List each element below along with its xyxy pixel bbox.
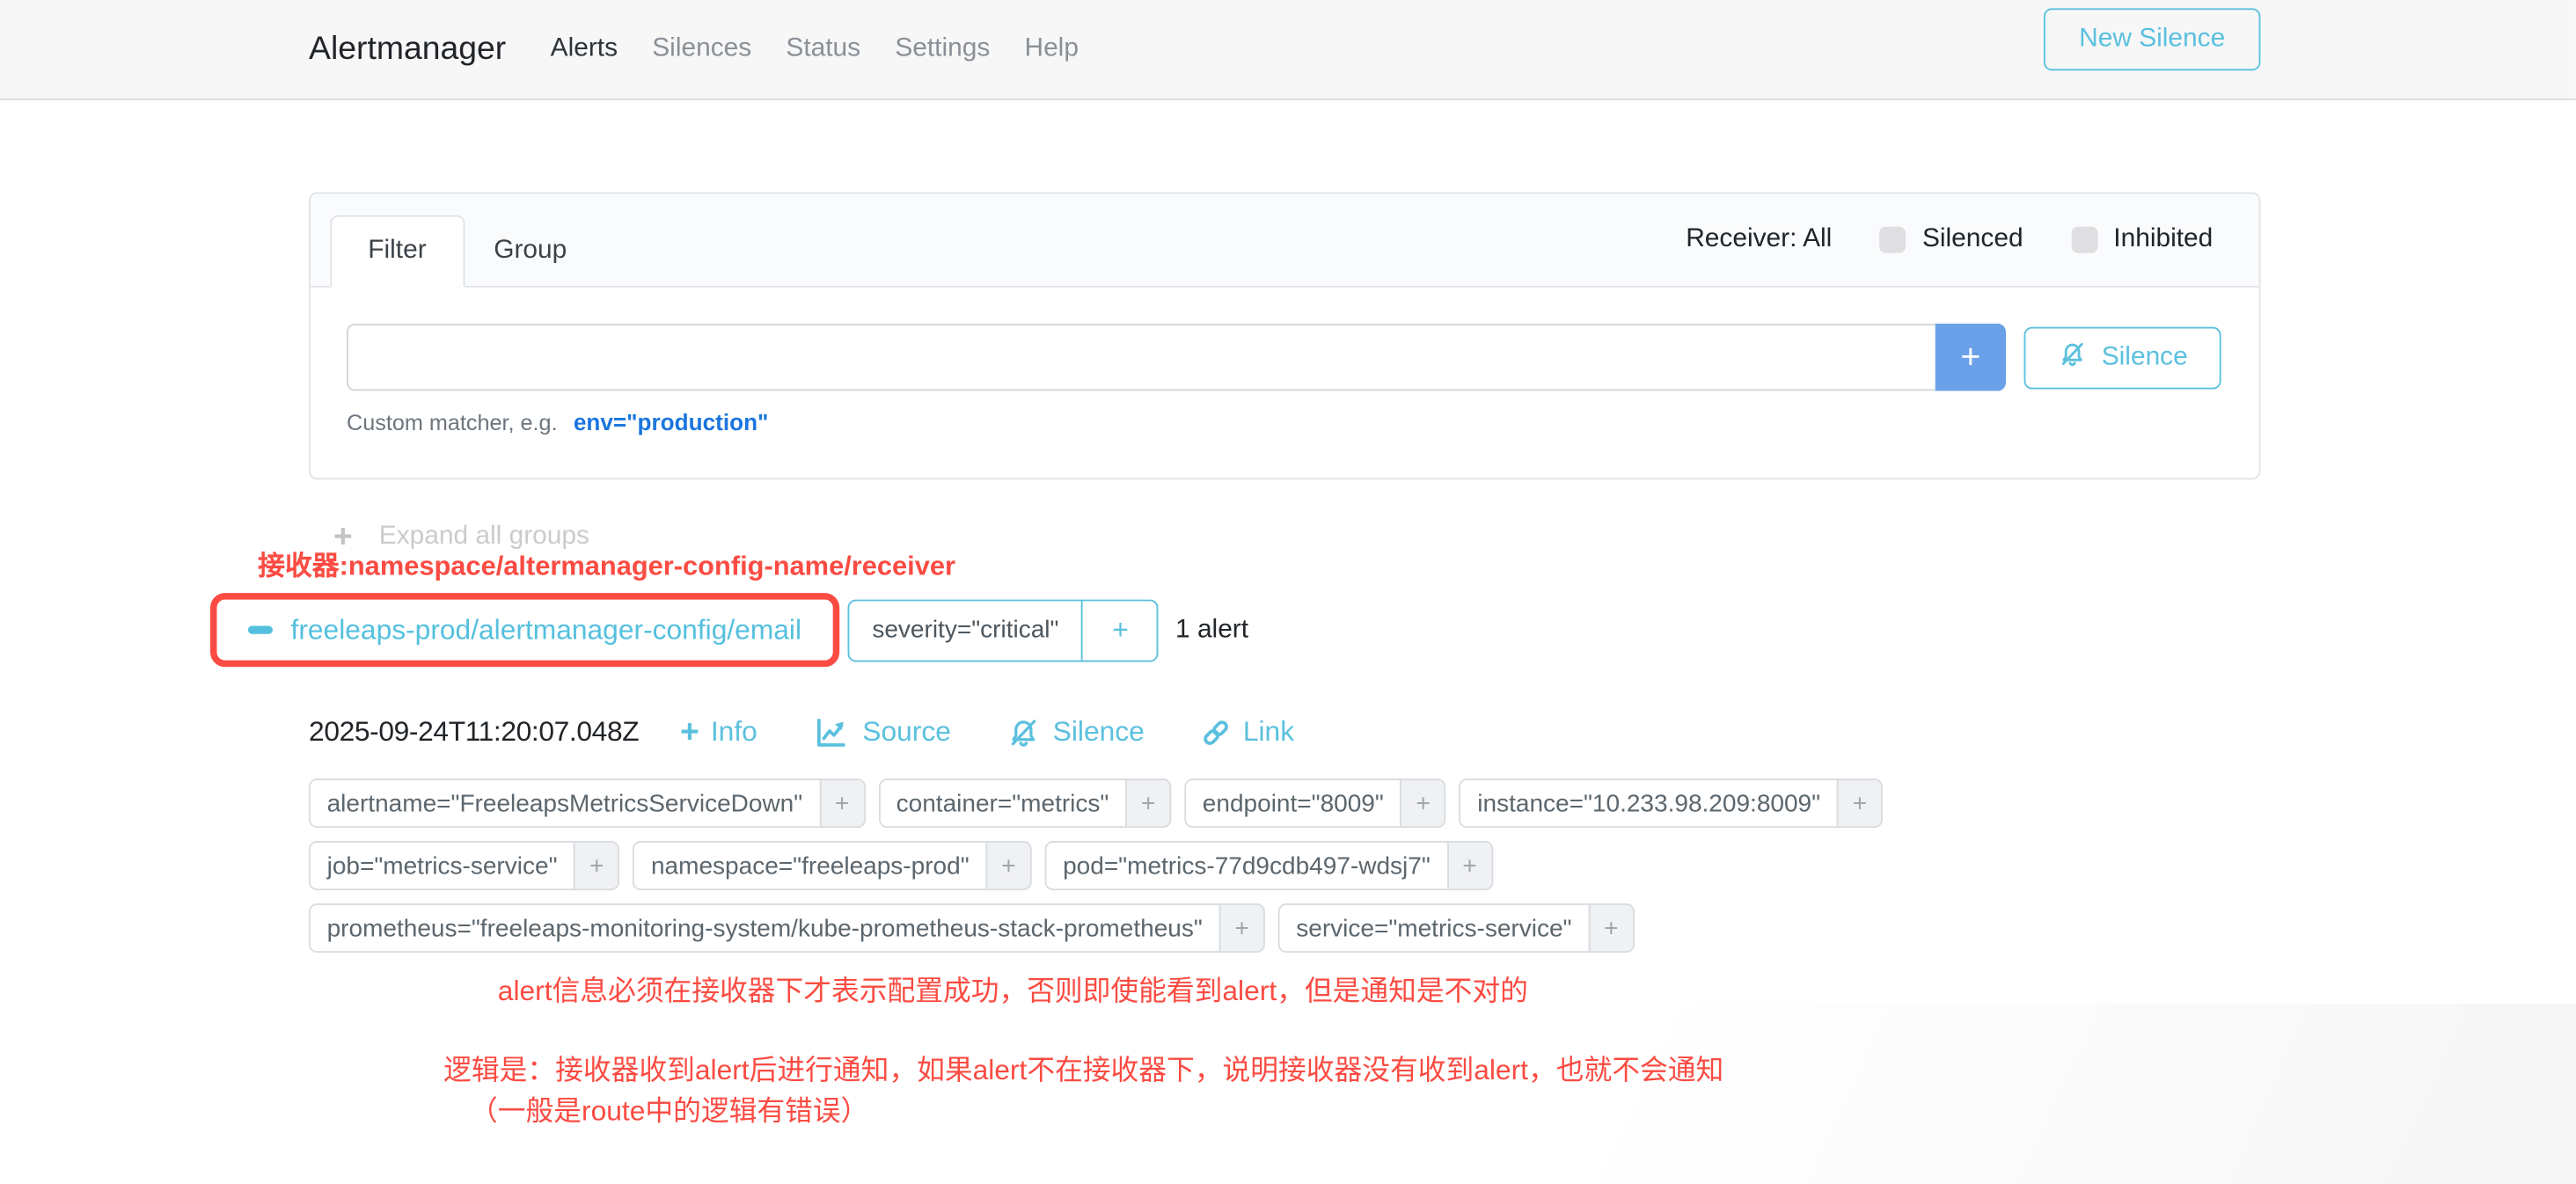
generator-link[interactable]: Link [1198,716,1294,749]
inhibited-checkbox[interactable] [2071,227,2097,253]
nav-item-status[interactable]: Status [786,34,860,64]
corner-shade [1097,1004,2576,1184]
source-label: Source [862,716,951,749]
annotation-alert-note: alert信息必须在接收器下才表示配置成功，否则即使能看到alert，但是通知是… [498,968,1528,1009]
matcher-example-link[interactable]: env="production" [574,409,769,435]
annotation-route-note: （一般是route中的逻辑有错误） [470,1087,868,1129]
nav-item-settings[interactable]: Settings [895,34,990,64]
alert-label-text[interactable]: alertname="FreeleapsMetricsServiceDown" [311,780,819,826]
alert-label-tag: instance="10.233.98.209:8009" + [1460,778,1883,828]
annotation-receiver-note: 接收器:namespace/altermanager-config-name/r… [258,544,955,583]
brand-link[interactable]: Alertmanager [309,31,506,69]
link-icon [1198,716,1231,749]
annotation-logic-note: 逻辑是：接收器收到alert后进行通知，如果alert不在接收器下，说明接收器没… [443,1046,1723,1087]
group-matcher-label[interactable]: severity="critical" [849,600,1081,659]
add-matcher-button[interactable]: + [1936,324,2006,391]
tab-group[interactable]: Group [465,216,596,288]
group-matcher-add-button[interactable]: + [1082,600,1158,659]
info-button[interactable]: + Info [680,716,757,749]
silenced-label: Silenced [1922,225,2023,255]
alert-labels: alertname="FreeleapsMetricsServiceDown" … [309,778,2034,953]
filter-header-controls: Receiver: All Silenced Inhibited [1686,194,2213,286]
alert-label-add-button[interactable]: + [819,780,863,826]
alert-label-text[interactable]: service="metrics-service" [1280,905,1589,951]
receiver-selector[interactable]: Receiver: All [1686,225,1832,255]
alert-label-add-button[interactable]: + [1446,843,1490,888]
alert-label-text[interactable]: job="metrics-service" [311,843,574,888]
alert-label-text[interactable]: pod="metrics-77d9cdb497-wdsj7" [1046,843,1446,888]
alert-label-tag: container="metrics" + [878,778,1171,828]
receiver-group-row: freeleaps-prod/alertmanager-config/email… [210,593,1248,667]
inhibited-label: Inhibited [2113,225,2213,255]
nav-item-silences[interactable]: Silences [652,34,751,64]
alert-label-text[interactable]: instance="10.233.98.209:8009" [1461,780,1837,826]
bell-slash-icon [2057,338,2088,377]
alert-label-tag: service="metrics-service" + [1278,903,1635,953]
alert-label-tag: namespace="freeleaps-prod" + [633,841,1031,890]
silence-filter-button[interactable]: Silence [2024,326,2221,389]
source-link[interactable]: Source [811,713,950,752]
alert-label-tag: endpoint="8009" + [1184,778,1446,828]
alert-label-add-button[interactable]: + [574,843,618,888]
matcher-input[interactable] [347,324,1936,391]
inhibited-toggle[interactable]: Inhibited [2071,225,2214,255]
annotation-highlight-box: freeleaps-prod/alertmanager-config/email [210,593,839,667]
alert-label-add-button[interactable]: + [1837,780,1881,826]
alert-label-tag: job="metrics-service" + [309,841,619,890]
group-matcher: severity="critical" + [847,599,1159,661]
silence-alert-button[interactable]: Silence [1006,714,1145,750]
alert-label-add-button[interactable]: + [1588,905,1632,951]
alert-label-tag: alertname="FreeleapsMetricsServiceDown" … [309,778,865,828]
silence-alert-label: Silence [1053,716,1145,749]
nav-item-help[interactable]: Help [1024,34,1078,64]
info-label: Info [711,716,757,749]
receiver-group-header[interactable]: freeleaps-prod/alertmanager-config/email [291,613,802,646]
nav-item-alerts[interactable]: Alerts [551,34,618,64]
alert-label-add-button[interactable]: + [1218,905,1262,951]
tab-filter[interactable]: Filter [330,216,464,288]
filter-card-body: + Silence Custom matcher, e.g. env="prod… [311,288,2259,479]
bell-slash-icon [1006,714,1042,750]
silence-filter-label: Silence [2102,342,2188,372]
plus-icon: + [1960,338,1980,377]
matcher-help-text: Custom matcher, e.g. [347,411,558,435]
alert-timestamp: 2025-09-24T11:20:07.048Z [309,716,639,749]
new-silence-button[interactable]: New Silence [2044,8,2260,70]
alert-label-tag: pod="metrics-77d9cdb497-wdsj7" + [1045,841,1493,890]
minus-icon [248,626,273,633]
plus-icon: + [680,716,699,749]
alert-label-text[interactable]: prometheus="freeleaps-monitoring-system/… [311,905,1219,951]
navbar: Alertmanager Alerts Silences Status Sett… [0,0,2576,100]
silenced-checkbox[interactable] [1879,227,1906,253]
alert-label-text[interactable]: container="metrics" [880,780,1125,826]
filter-card-header: Filter Group Receiver: All Silenced Inhi… [311,194,2259,287]
alert-label-text[interactable]: namespace="freeleaps-prod" [634,843,985,888]
matcher-help: Custom matcher, e.g. env="production" [347,409,2221,435]
alert-label-text[interactable]: endpoint="8009" [1186,780,1400,826]
alert-label-add-button[interactable]: + [1125,780,1169,826]
alert-label-add-button[interactable]: + [1401,780,1445,826]
alert-label-add-button[interactable]: + [985,843,1029,888]
link-label: Link [1243,716,1294,749]
alert-label-tag: prometheus="freeleaps-monitoring-system/… [309,903,1265,953]
alert-count: 1 alert [1175,615,1248,645]
filter-card: Filter Group Receiver: All Silenced Inhi… [309,192,2260,479]
alert-meta-row: 2025-09-24T11:20:07.048Z + Info Source [309,713,1294,752]
chart-line-icon [811,713,851,752]
silenced-toggle[interactable]: Silenced [1879,225,2023,255]
alertmanager-page: Alertmanager Alerts Silences Status Sett… [0,0,2576,1184]
